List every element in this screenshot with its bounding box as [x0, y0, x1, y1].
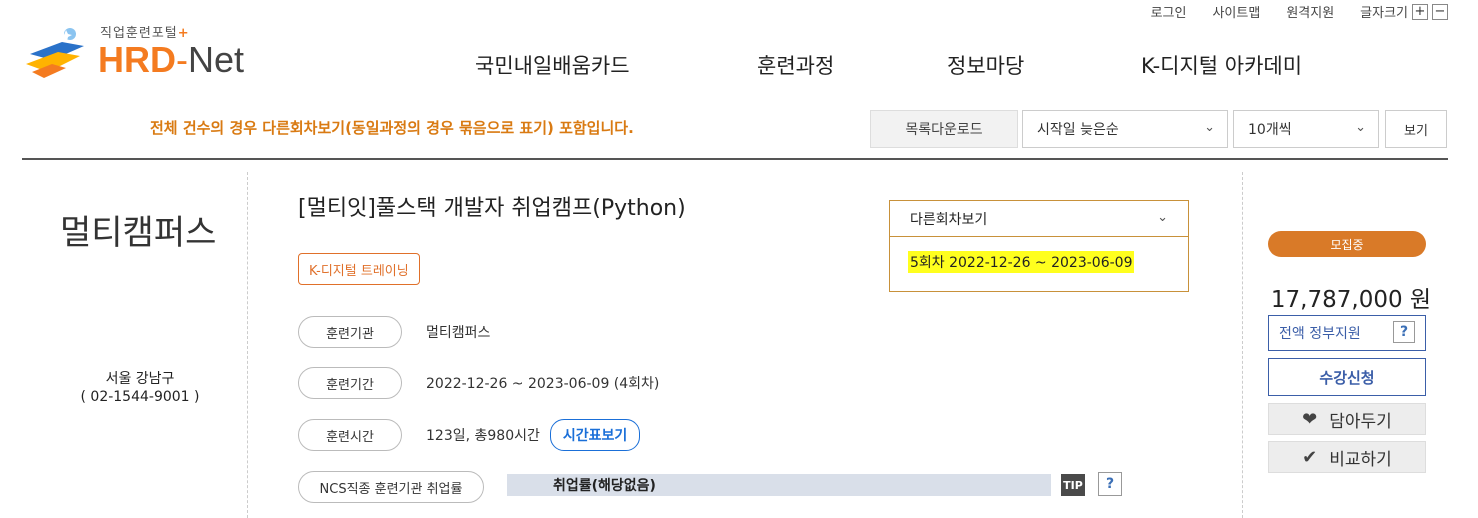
utility-links: 로그인 사이트맵 원격지원 글자크기 + −	[1151, 2, 1448, 21]
column-separator	[1242, 172, 1243, 518]
list-notice: 전체 건수의 경우 다른회차보기(동일과정의 경우 묶음으로 표기) 포함입니다…	[150, 119, 634, 137]
employment-help-button[interactable]: ?	[1098, 472, 1122, 496]
view-button[interactable]: 보기	[1385, 110, 1447, 148]
font-size-label: 글자크기	[1360, 6, 1408, 21]
logo-wordmark: HRD-Net	[98, 39, 245, 80]
other-session-dropdown: 다른회차보기 ⌄ 5회차 2022-12-26 ~ 2023-06-09	[889, 200, 1189, 292]
page-size-value: 10개씩	[1248, 122, 1292, 138]
compare-label: 비교하기	[1329, 449, 1392, 470]
logo-figure-icon	[26, 28, 84, 78]
nav-item-kdigital-academy[interactable]: K-디지털 아카데미	[1141, 50, 1302, 80]
heart-icon: ❤	[1302, 408, 1318, 430]
page-size-select[interactable]: 10개씩 ⌄	[1233, 110, 1379, 148]
wishlist-button[interactable]: ❤ 담아두기	[1268, 403, 1426, 435]
remote-support-link[interactable]: 원격지원	[1286, 2, 1334, 21]
period-value: 2022-12-26 ~ 2023-06-09 (4회차)	[426, 376, 660, 392]
org-phone: ( 02-1544-9001 )	[80, 389, 200, 405]
check-icon: ✔	[1302, 446, 1318, 468]
font-increase-button[interactable]: +	[1412, 3, 1428, 20]
font-size-control: 글자크기 + −	[1360, 2, 1448, 21]
chevron-down-icon: ⌄	[1157, 210, 1168, 225]
sitemap-link[interactable]: 사이트맵	[1212, 2, 1260, 21]
nav-item-card[interactable]: 국민내일배움카드	[475, 50, 630, 80]
compare-button[interactable]: ✔ 비교하기	[1268, 441, 1426, 473]
tip-badge[interactable]: TIP	[1061, 474, 1085, 496]
gov-support-box: 전액 정부지원 ?	[1268, 315, 1426, 351]
institution-label: 훈련기관	[298, 316, 402, 348]
nav-item-courses[interactable]: 훈련과정	[757, 50, 834, 80]
wishlist-label: 담아두기	[1329, 411, 1392, 432]
chevron-down-icon: ⌄	[1204, 120, 1215, 135]
sort-select-value: 시작일 늦은순	[1037, 122, 1119, 138]
status-badge: 모집중	[1268, 231, 1426, 257]
gov-support-label: 전액 정부지원	[1279, 326, 1361, 342]
column-separator	[247, 172, 248, 518]
kdigital-training-tag: K-디지털 트레이닝	[298, 253, 420, 285]
employment-rate-bar: 취업률(해당없음)	[507, 474, 1051, 496]
nav-item-info[interactable]: 정보마당	[947, 50, 1024, 80]
org-contact: 서울 강남구 ( 02-1544-9001 )	[70, 370, 210, 406]
other-session-label: 다른회차보기	[910, 211, 988, 228]
sort-select[interactable]: 시작일 늦은순 ⌄	[1022, 110, 1228, 148]
course-price: 17,787,000 원	[1270, 287, 1432, 313]
apply-button[interactable]: 수강신청	[1268, 358, 1426, 396]
info-row-employment: NCS직종 훈련기관 취업률	[298, 471, 484, 503]
info-row-hours: 훈련시간 123일, 총980시간 시간표보기	[298, 419, 641, 451]
download-list-button[interactable]: 목록다운로드	[870, 110, 1018, 148]
support-help-button[interactable]: ?	[1393, 321, 1415, 343]
other-session-toggle[interactable]: 다른회차보기 ⌄	[890, 201, 1188, 237]
employment-rate-label: NCS직종 훈련기관 취업률	[298, 471, 484, 503]
org-address: 서울 강남구	[105, 371, 175, 387]
chevron-down-icon: ⌄	[1355, 120, 1366, 135]
course-title[interactable]: [멀티잇]풀스택 개발자 취업캠프(Python)	[298, 190, 686, 222]
info-row-period: 훈련기간 2022-12-26 ~ 2023-06-09 (4회차)	[298, 367, 659, 399]
login-link[interactable]: 로그인	[1151, 2, 1187, 21]
institution-value: 멀티캠퍼스	[426, 325, 491, 341]
hrd-net-logo[interactable]: 직업훈련포털+ HRD-Net	[22, 22, 272, 82]
hours-value: 123일, 총980시간	[426, 428, 540, 444]
org-name[interactable]: 멀티캠퍼스	[60, 205, 216, 254]
list-divider	[22, 158, 1448, 160]
other-session-item[interactable]: 5회차 2022-12-26 ~ 2023-06-09	[908, 251, 1135, 273]
font-decrease-button[interactable]: −	[1432, 3, 1448, 20]
info-row-institution: 훈련기관 멀티캠퍼스	[298, 316, 490, 348]
hours-label: 훈련시간	[298, 419, 402, 451]
period-label: 훈련기간	[298, 367, 402, 399]
timetable-button[interactable]: 시간표보기	[549, 419, 641, 451]
